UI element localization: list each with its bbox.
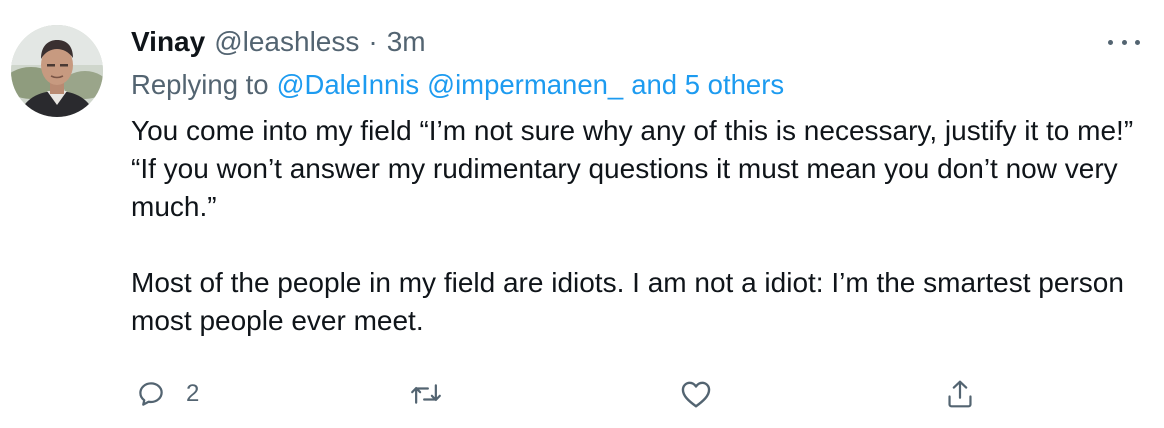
- tweet-body: You come into my field “I’m not sure why…: [131, 112, 1141, 340]
- like-button[interactable]: [680, 372, 712, 416]
- reply-count: 2: [186, 380, 200, 407]
- share-icon: [948, 380, 972, 408]
- others-link[interactable]: and 5 others: [631, 69, 784, 101]
- tweet-timestamp[interactable]: 3m: [387, 26, 426, 58]
- author-handle[interactable]: @leashless: [214, 26, 359, 58]
- tweet-card[interactable]: Vinay @leashless · 3m Replying to @DaleI…: [0, 0, 1164, 428]
- reply-icon: [139, 382, 163, 406]
- profile-photo: [11, 25, 103, 117]
- avatar[interactable]: [11, 25, 103, 117]
- share-button[interactable]: [945, 372, 975, 416]
- reply-button[interactable]: 2: [136, 372, 199, 416]
- mention-link[interactable]: @impermanen_: [427, 69, 623, 101]
- header-separator: ·: [368, 26, 378, 57]
- more-horizontal-icon: [1108, 39, 1113, 45]
- author-name[interactable]: Vinay: [131, 26, 205, 58]
- replying-to-line: Replying to @DaleInnis @impermanen_ and …: [131, 67, 784, 103]
- tweet-header: Vinay @leashless · 3m: [131, 24, 426, 60]
- retweet-icon: [411, 384, 441, 404]
- mention-link[interactable]: @DaleInnis: [277, 69, 420, 101]
- tweet-paragraph: You come into my field “I’m not sure why…: [131, 115, 1134, 222]
- heart-icon: [681, 381, 711, 408]
- retweet-button[interactable]: [410, 372, 442, 416]
- replying-to-label: Replying to: [131, 69, 269, 100]
- tweet-paragraph: Most of the people in my field are idiot…: [131, 267, 1124, 336]
- action-bar: 2: [0, 372, 1164, 416]
- more-options-button[interactable]: [1108, 30, 1140, 54]
